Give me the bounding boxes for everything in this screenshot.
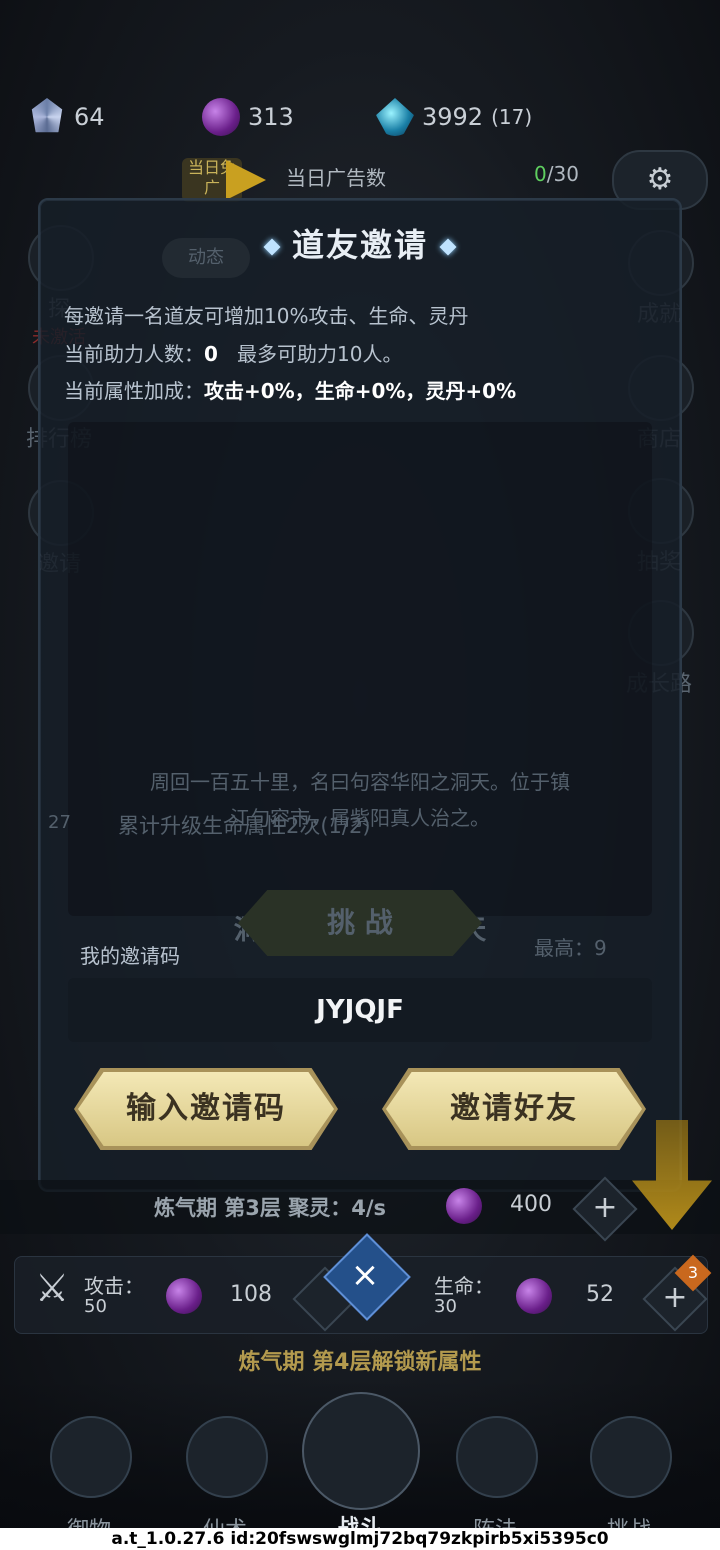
atk-value: 50 xyxy=(84,1296,107,1317)
power-resource: 3992 (17) xyxy=(376,98,532,136)
crystal-icon xyxy=(31,98,63,133)
dialog-title-row: 道友邀请 xyxy=(40,220,680,266)
ad-count-label: 当日广告数 xyxy=(286,166,386,190)
plus-icon: + xyxy=(592,1190,618,1225)
spirit-orb-icon xyxy=(446,1188,482,1224)
gear-icon: ⚙ xyxy=(646,162,674,197)
dialog-title: 道友邀请 xyxy=(291,226,428,264)
dynamic-button: 动态 xyxy=(162,238,250,278)
invite-code[interactable]: JYJQJF xyxy=(68,978,652,1042)
attr-bonus-row: 当前属性加成：攻击+0%，生命+0%，灵丹+0% xyxy=(64,375,516,404)
ad-count-current: 0 xyxy=(534,162,547,186)
cultivation-level: 炼气期 第3层 聚灵：4/s xyxy=(154,1196,387,1220)
unlock-hint: 炼气期 第4层解锁新属性 xyxy=(238,1350,482,1375)
cultivation-cost: 400 xyxy=(510,1192,552,1217)
hp-value: 30 xyxy=(434,1296,457,1317)
spirit-orb-icon xyxy=(516,1278,552,1314)
invite-bonus-desc: 每邀请一名道友可增加10%攻击、生命、灵丹 xyxy=(64,304,469,328)
helper-count-label: 当前助力人数： xyxy=(64,342,204,366)
power-gem-icon xyxy=(376,98,414,136)
challenge-button: 挑 战 xyxy=(238,890,482,956)
attr-bonus-label: 当前属性加成： xyxy=(64,379,204,403)
crystal-resource: 64 xyxy=(28,98,105,136)
ad-count: 0/30 xyxy=(534,162,579,186)
power-sub: (17) xyxy=(491,105,533,129)
formation-icon xyxy=(456,1416,538,1498)
notify-badge: 3 xyxy=(687,1263,699,1282)
diamond-icon xyxy=(439,238,457,256)
nav-item-0[interactable]: 御物 xyxy=(50,1416,134,1544)
cave-desc-1: 周回一百五十里，名曰句容华阳之洞天。位于镇 xyxy=(150,770,570,794)
sword-icon: ⚔ xyxy=(34,1266,70,1310)
invite-dialog: 道友邀请 每邀请一名道友可增加10%攻击、生命、灵丹 当前助力人数：0 最多可助… xyxy=(38,198,682,1192)
close-icon: × xyxy=(350,1255,380,1295)
orb-count: 313 xyxy=(248,103,294,131)
invite-code-label: 我的邀请码 xyxy=(80,944,180,968)
invite-friend-button[interactable]: 邀请好友 xyxy=(386,1072,642,1146)
version-footer: a.t_1.0.27.6 id:20fswswglmj72bq79zkpirb5… xyxy=(0,1528,720,1550)
nav-item-3[interactable]: 阵法 xyxy=(456,1416,540,1544)
orb-resource: 313 xyxy=(202,98,294,136)
challenge-icon xyxy=(590,1416,672,1498)
atk-label: 攻击： xyxy=(84,1274,144,1298)
background-panel: 27 累计升级生命属性2次(1/2) 洞天一 句容华阳之天 xyxy=(48,422,652,946)
helper-count-row: 当前助力人数：0 最多可助力10人。 xyxy=(64,338,402,367)
nav-item-2[interactable]: 战斗 xyxy=(302,1392,420,1542)
best-record: 最高：9 xyxy=(534,936,607,960)
hp-cost: 52 xyxy=(586,1282,614,1307)
spirit-orb-icon xyxy=(166,1278,202,1314)
diamond-icon xyxy=(263,238,281,256)
spell-card-icon xyxy=(186,1416,268,1498)
play-icon xyxy=(226,160,266,200)
attr-bonus-value: 攻击+0%，生命+0%，灵丹+0% xyxy=(204,379,517,403)
helper-max: 最多可助力10人。 xyxy=(237,342,403,366)
artifact-icon xyxy=(50,1416,132,1498)
crystal-count: 64 xyxy=(74,103,105,131)
ad-count-total: /30 xyxy=(546,162,579,186)
power-count: 3992 xyxy=(422,103,484,131)
spirit-orb-icon xyxy=(202,98,240,136)
atk-cost: 108 xyxy=(230,1282,272,1307)
cave-desc-2: 江句容市，属紫阳真人治之。 xyxy=(230,806,490,830)
nav-item-1[interactable]: 仙术 xyxy=(186,1416,270,1544)
nav-item-4[interactable]: 挑战 xyxy=(590,1416,674,1544)
helper-count-value: 0 xyxy=(204,342,218,366)
hp-label: 生命： xyxy=(434,1274,494,1298)
battle-icon xyxy=(302,1392,420,1510)
enter-code-button[interactable]: 输入邀请码 xyxy=(78,1072,334,1146)
